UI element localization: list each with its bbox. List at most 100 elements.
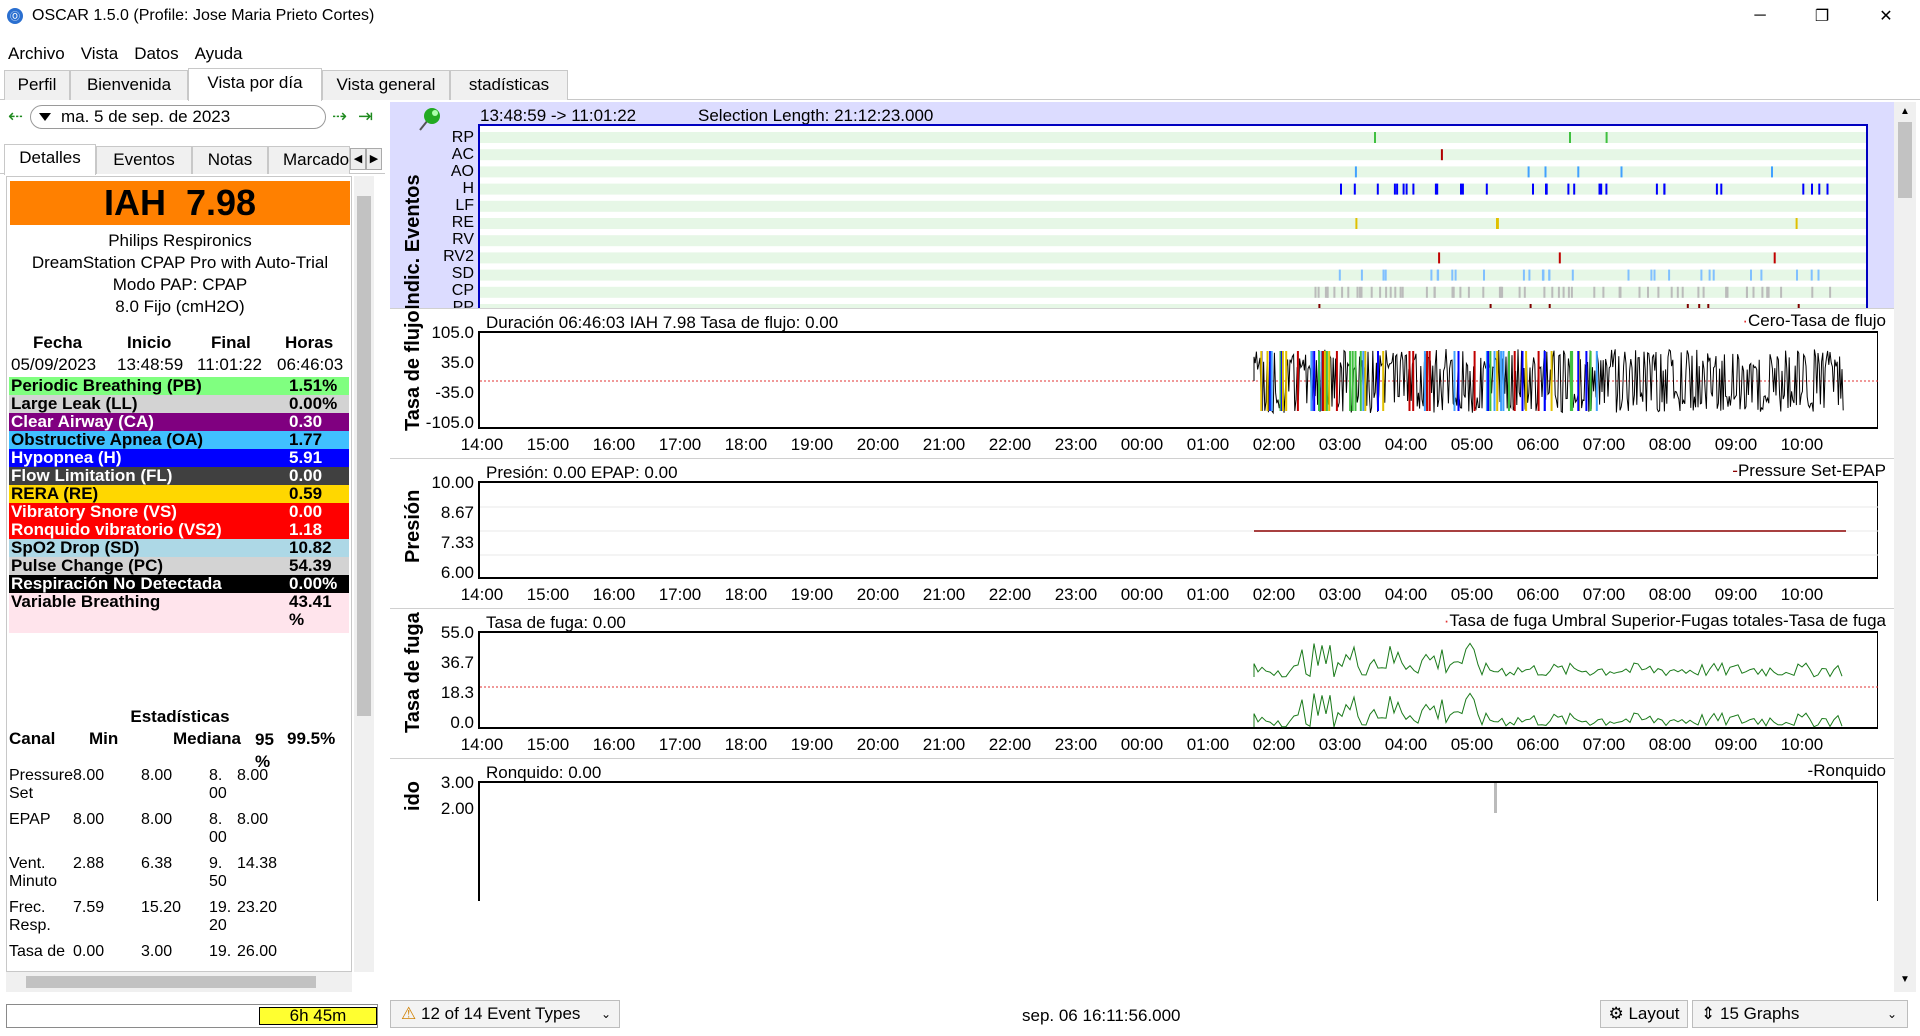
tab-notas[interactable]: Notas xyxy=(192,146,268,174)
event-row-band xyxy=(480,218,1866,229)
tab-bienvenida[interactable]: Bienvenida xyxy=(70,70,188,100)
event-marker xyxy=(1653,269,1656,281)
details-hscroll-thumb[interactable] xyxy=(26,976,316,988)
restore-button[interactable]: ❐ xyxy=(1792,0,1852,32)
graphs-scroll-thumb[interactable] xyxy=(1898,122,1912,198)
previous-day-arrow-icon[interactable]: ⇠ xyxy=(8,106,23,127)
left-tab-bar: Detalles Eventos Notas Marcado ◀ ▶ xyxy=(0,144,385,175)
chevron-down-icon: ⌄ xyxy=(600,1007,611,1021)
tab-vista-por-dia[interactable]: Vista por día xyxy=(188,68,322,101)
event-marker xyxy=(1780,286,1783,298)
menu-ayuda[interactable]: Ayuda xyxy=(187,40,251,68)
event-marker xyxy=(1482,286,1485,298)
event-marker xyxy=(1670,286,1673,298)
pushpin-icon[interactable] xyxy=(412,104,446,134)
daily-graph-area[interactable]: 13:48:59 -> 11:01:22 Selection Length: 2… xyxy=(390,102,1896,992)
tab-eventos[interactable]: Eventos xyxy=(96,146,192,174)
tab-marcadores[interactable]: Marcado xyxy=(268,146,350,174)
flow-event-marker xyxy=(1310,351,1313,411)
leak-rate-graph[interactable]: Tasa de fuga: 0.00 ·Tasa de fuga Umbral … xyxy=(390,608,1896,758)
x-tick-label: 18:00 xyxy=(724,435,768,454)
x-tick-label: 06:00 xyxy=(1516,735,1560,754)
tab-vista-general[interactable]: Vista general xyxy=(322,70,450,100)
event-index-row[interactable]: RERA (RE) 0.59 xyxy=(9,485,349,503)
oscar-window: Ⓞ OSCAR 1.5.0 (Profile: Jose Maria Priet… xyxy=(0,0,1920,1036)
last-day-arrow-icon[interactable]: ⇥ xyxy=(358,106,373,127)
event-marker xyxy=(1567,183,1570,195)
event-index-row[interactable]: Flow Limitation (FL) 0.00 xyxy=(9,467,349,485)
details-horizontal-scrollbar[interactable] xyxy=(6,972,352,992)
next-day-arrow-icon[interactable]: ⇢ xyxy=(332,106,347,127)
event-index-row[interactable]: Ronquido vibratorio (VS2) 1.18 xyxy=(9,521,349,539)
summary-horas: 06:46:03 xyxy=(277,355,344,374)
event-marker xyxy=(1746,286,1748,298)
pressure-graph[interactable]: Presión: 0.00 EPAP: 0.00 -Pressure Set-E… xyxy=(390,458,1896,608)
details-vertical-scrollbar[interactable] xyxy=(354,176,374,972)
y-tick-label: -35.0 xyxy=(435,383,474,402)
event-index-row[interactable]: Hypopnea (H) 5.91 xyxy=(9,449,349,467)
tab-perfil[interactable]: Perfil xyxy=(4,70,70,100)
x-tick-label: 22:00 xyxy=(988,585,1032,604)
flow-plot-frame[interactable] xyxy=(478,331,1878,429)
event-marker xyxy=(1425,286,1428,298)
x-tick-label: 00:00 xyxy=(1120,585,1164,604)
menu-vista[interactable]: Vista xyxy=(73,40,127,68)
menu-archivo[interactable]: Archivo xyxy=(0,40,73,68)
event-index-row[interactable]: Pulse Change (PC) 54.39 xyxy=(9,557,349,575)
event-index-row[interactable]: Clear Airway (CA) 0.30 xyxy=(9,413,349,431)
flow-event-marker xyxy=(1521,351,1524,411)
graphs-vertical-scrollbar[interactable]: ▲ ▼ xyxy=(1894,102,1916,992)
events-plot-frame[interactable] xyxy=(478,124,1868,338)
event-index-row[interactable]: Variable Breathing 43.41 % xyxy=(9,593,349,633)
scroll-down-icon[interactable]: ▼ xyxy=(1900,974,1910,985)
stats-cell: 9. 50 xyxy=(209,855,227,890)
details-scroll-thumb[interactable] xyxy=(357,196,371,716)
close-button[interactable]: ✕ xyxy=(1856,0,1916,32)
event-index-value: 10.82 xyxy=(289,538,332,557)
event-marker xyxy=(1498,286,1501,298)
flow-event-marker xyxy=(1328,351,1331,411)
snore-spike xyxy=(1494,783,1497,813)
x-tick-label: 03:00 xyxy=(1318,735,1362,754)
event-index-row[interactable]: Large Leak (LL) 0.00% xyxy=(9,395,349,413)
minimize-button[interactable]: ─ xyxy=(1730,0,1790,32)
x-tick-label: 07:00 xyxy=(1582,435,1626,454)
snore-graph[interactable]: Ronquido: 0.00 -Ronquido ido 3.00 2.00 xyxy=(390,758,1896,992)
event-marker xyxy=(1605,132,1608,143)
tab-detalles[interactable]: Detalles xyxy=(4,144,96,175)
event-index-label: Pulse Change (PC) xyxy=(11,556,164,575)
menu-datos[interactable]: Datos xyxy=(126,40,186,68)
snore-plot-frame[interactable] xyxy=(478,781,1878,901)
layout-button[interactable]: ⚙ Layout xyxy=(1600,1000,1688,1028)
event-index-row[interactable]: Periodic Breathing (PB) 1.51% xyxy=(9,377,349,395)
event-index-label: Flow Limitation (FL) xyxy=(11,466,173,485)
pressure-plot-frame[interactable] xyxy=(478,481,1878,579)
tab-estadisticas[interactable]: stadísticas xyxy=(450,70,568,100)
event-types-button[interactable]: ⚠ 12 of 14 Event Types ⌄ xyxy=(390,1000,620,1028)
x-tick-label: 21:00 xyxy=(922,735,966,754)
flow-header: Duración 06:46:03 IAH 7.98 Tasa de flujo… xyxy=(486,313,839,332)
event-marker xyxy=(1483,269,1485,281)
tab-scroll-right-icon[interactable]: ▶ xyxy=(366,148,382,170)
x-tick-label: 04:00 xyxy=(1384,435,1428,454)
event-index-label: Ronquido vibratorio (VS2) xyxy=(11,520,222,539)
graphs-selector[interactable]: ⇕ 15 Graphs ⌄ xyxy=(1692,1000,1908,1028)
event-index-row[interactable]: Vibratory Snore (VS) 0.00 xyxy=(9,503,349,521)
event-index-row[interactable]: Obstructive Apnea (OA) 1.77 xyxy=(9,431,349,449)
x-tick-label: 17:00 xyxy=(658,735,702,754)
scroll-up-icon[interactable]: ▲ xyxy=(1900,106,1910,117)
event-index-value: 0.59 xyxy=(289,484,323,503)
date-selector[interactable]: ma. 5 de sep. de 2023 xyxy=(30,105,326,129)
flow-rate-graph[interactable]: Duración 06:46:03 IAH 7.98 Tasa de flujo… xyxy=(390,308,1896,458)
event-row-label: RE xyxy=(451,214,474,231)
event-marker xyxy=(1542,269,1545,281)
device-mode: Modo PAP: CPAP xyxy=(112,275,248,294)
event-index-row[interactable]: SpO2 Drop (SD) 10.82 xyxy=(9,539,349,557)
x-tick-label: 02:00 xyxy=(1252,585,1296,604)
event-index-row[interactable]: Respiración No Detectada 0.00% xyxy=(9,575,349,593)
leak-plot-frame[interactable] xyxy=(478,631,1878,729)
x-tick-label: 06:00 xyxy=(1516,585,1560,604)
stats-cell: 8.00 xyxy=(73,767,105,784)
y-tick-label: 7.33 xyxy=(440,533,474,552)
tab-scroll-left-icon[interactable]: ◀ xyxy=(350,148,366,170)
